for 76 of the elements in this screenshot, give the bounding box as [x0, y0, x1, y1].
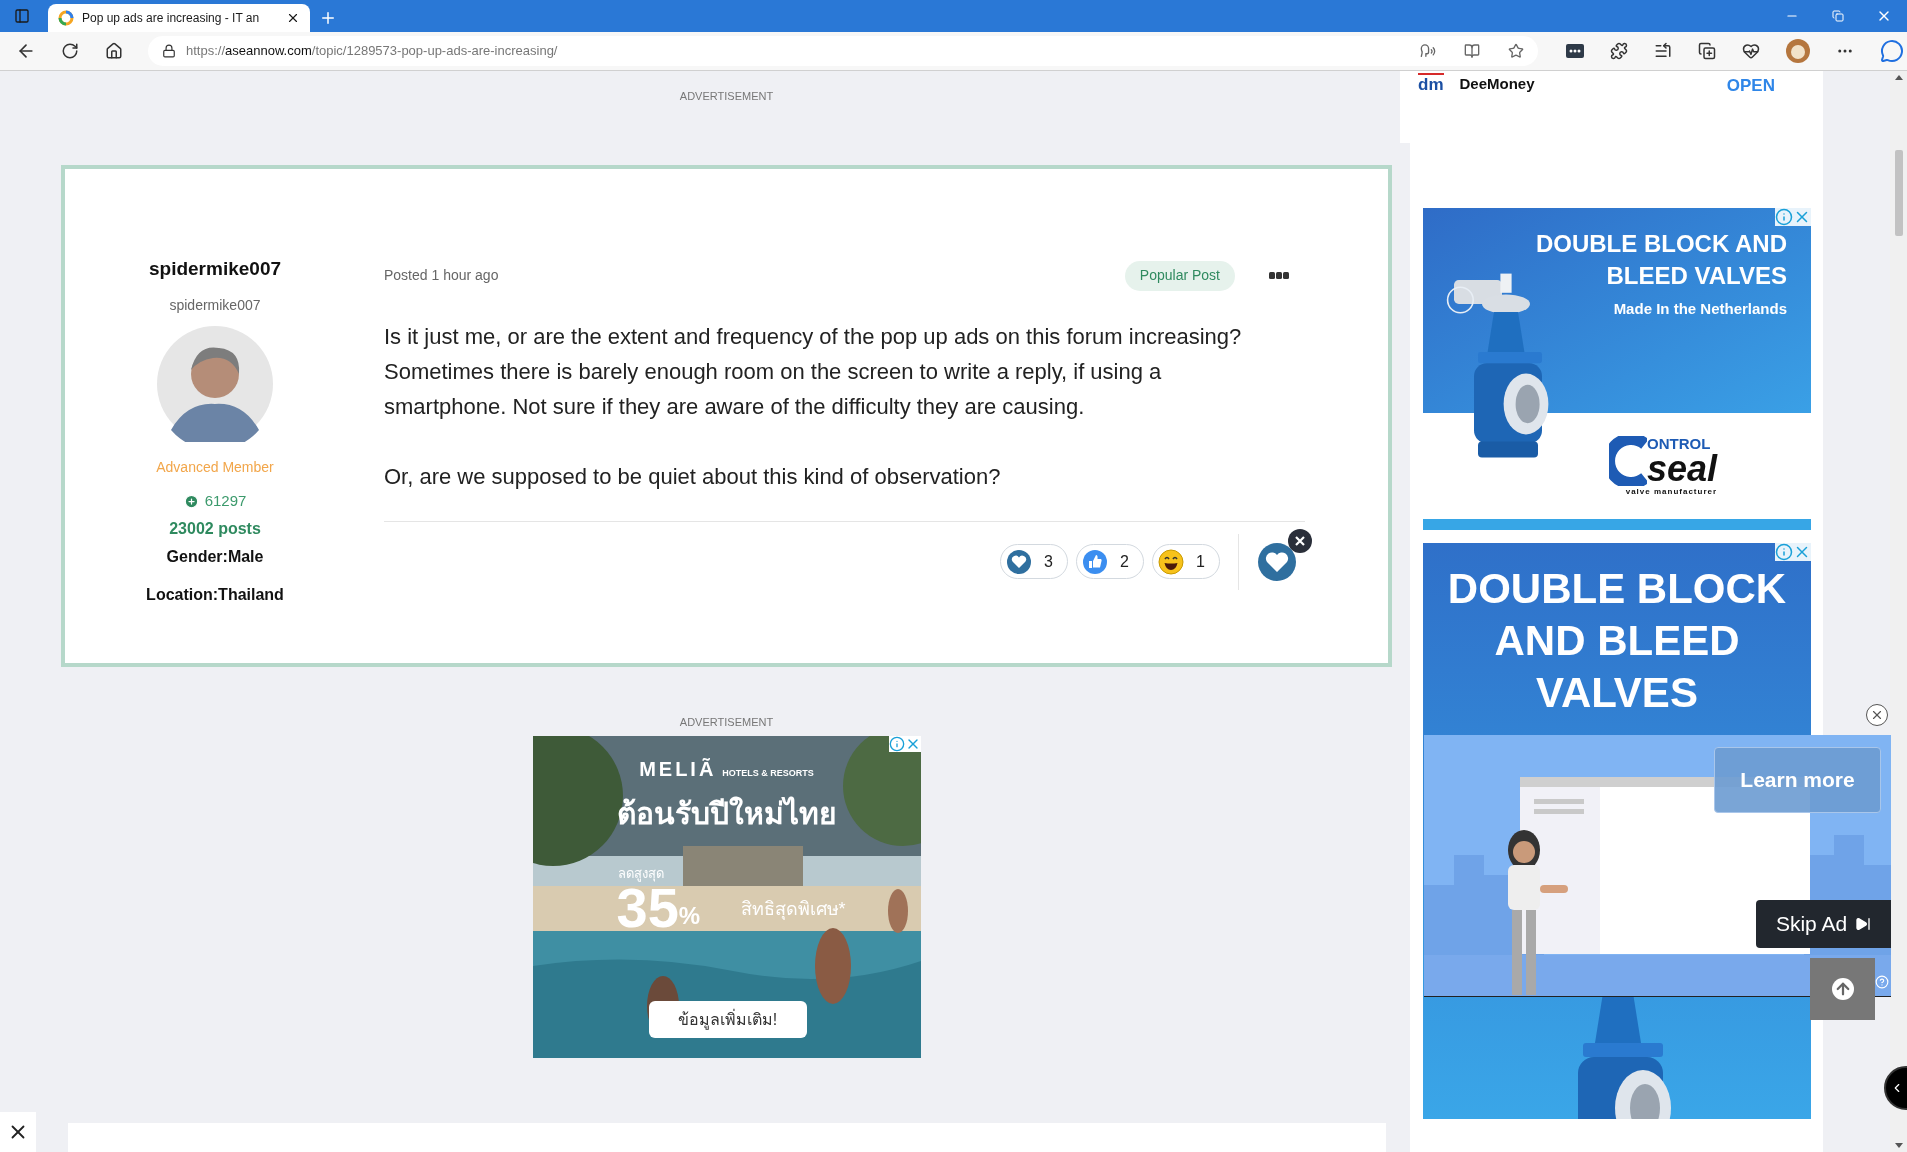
laughing-face-icon — [1158, 548, 1184, 575]
popular-post-badge: Popular Post — [1124, 260, 1235, 291]
post-text: Or, are we supposed to be quiet about this kind of observation? — [384, 462, 1002, 491]
open-link[interactable]: OPEN — [1726, 73, 1775, 99]
more-options-button[interactable] — [1269, 272, 1289, 279]
sponsor-name: DeeMoney — [1459, 74, 1535, 94]
tab-title: Pop up ads are increasing - IT an — [82, 10, 260, 27]
gender-text: Gender:Male — [166, 546, 264, 567]
browser-tab[interactable]: Pop up ads are increasing - IT an — [48, 4, 310, 32]
ad-label: ADVERTISEMENT — [679, 714, 774, 730]
sponsor-logo: dm — [1418, 73, 1444, 95]
scroll-up-icon[interactable] — [1894, 75, 1903, 80]
scroll-down-icon[interactable] — [1894, 1143, 1903, 1148]
scroll-to-top-button[interactable] — [1810, 958, 1875, 1020]
collections-icon[interactable] — [1698, 42, 1716, 60]
site-logo-icon — [58, 10, 74, 26]
ad-title: VALVES — [1536, 668, 1698, 718]
ad-headline: ต้อนรับปีใหม่ไทย — [615, 795, 838, 832]
logo-text: seal — [1647, 452, 1718, 486]
ad-title: AND BLEED — [1494, 616, 1740, 666]
logo-text: ONTROL — [1647, 436, 1711, 452]
restore-icon — [1832, 10, 1844, 22]
extension-icon[interactable] — [1566, 44, 1584, 58]
skip-ad-button[interactable]: Skip Ad — [1756, 900, 1891, 948]
ad-label: ADVERTISEMENT — [679, 89, 774, 104]
ad-title: BLEED VALVES — [1606, 261, 1787, 291]
url-text: https://aseannow.com/topic/1289573-pop-up-ads-are-increasing/ — [186, 42, 559, 61]
member-rank: Advanced Member — [156, 458, 274, 477]
sidebar-icon — [14, 8, 30, 24]
plus-icon — [319, 9, 337, 27]
ad-subtitle: Made In the Netherlands — [1613, 299, 1787, 319]
read-aloud-icon[interactable] — [1420, 43, 1436, 59]
ad-info-icon[interactable] — [1775, 543, 1793, 561]
home-icon — [105, 42, 123, 60]
logo-tagline: valve manufacturer — [1625, 486, 1718, 498]
health-icon[interactable] — [1742, 42, 1760, 60]
ad-title: DOUBLE BLOCK — [1447, 564, 1787, 614]
author-name[interactable]: spidermike007 — [149, 254, 281, 283]
avatar[interactable] — [157, 326, 273, 442]
post-count: 23002 posts — [169, 518, 261, 539]
brand-name: MELIÃ — [639, 757, 717, 782]
profile-avatar[interactable] — [1786, 39, 1810, 63]
reader-icon[interactable] — [1464, 43, 1480, 59]
extensions-icon[interactable] — [1610, 42, 1628, 60]
plus-icon — [183, 493, 199, 509]
thumbs-up-icon — [1082, 548, 1108, 575]
remove-icon[interactable] — [1287, 527, 1313, 554]
close-icon[interactable] — [286, 11, 300, 25]
post-text: Is it just me, or are the extent and frequency of the pop up ads on this forum increasing? Sometimes there is barely enough room on the screen to write a reply, if using a smartphone. Not sure if they are aware of the difficulty they are causing. — [384, 322, 1243, 421]
more-info-button[interactable]: ข้อมูลเพิ่มเติม! — [648, 1001, 807, 1038]
favorite-icon[interactable] — [1508, 43, 1524, 59]
more-icon — [1269, 272, 1289, 279]
chat-icon[interactable] — [1880, 39, 1904, 63]
ad-close-icon[interactable] — [1793, 543, 1811, 561]
percent-sign: % — [678, 902, 701, 931]
close-icon — [1870, 708, 1884, 722]
logo-c-icon — [1609, 436, 1647, 486]
reputation-count: 61297 — [183, 490, 247, 513]
location-text: Location:Thailand — [146, 584, 284, 605]
brand-tagline: HOTELS & RESORTS — [722, 766, 814, 780]
ad-title: DOUBLE BLOCK AND — [1535, 229, 1787, 259]
author-handle: spidermike007 — [169, 296, 261, 315]
post-date: Posted 1 hour ago — [384, 266, 499, 285]
close-button[interactable] — [1866, 704, 1888, 726]
ad-close-icon[interactable] — [1793, 208, 1811, 226]
scrollbar-thumb[interactable] — [1894, 150, 1903, 236]
favorites-icon[interactable] — [1654, 42, 1672, 60]
like-heart-button[interactable] — [1257, 541, 1297, 582]
lock-icon — [162, 44, 176, 58]
address-field[interactable]: https://aseannow.com/topic/1289573-pop-up-ads-are-increasing/ — [148, 36, 1538, 66]
skip-icon — [1855, 916, 1872, 932]
close-ad-button[interactable] — [0, 1112, 36, 1152]
perk-text: สิทธิสุดพิเศษ* — [740, 898, 846, 922]
reload-icon — [61, 42, 79, 60]
arrow-up-icon — [1831, 978, 1854, 1000]
ad-info-icon[interactable] — [1775, 208, 1793, 226]
